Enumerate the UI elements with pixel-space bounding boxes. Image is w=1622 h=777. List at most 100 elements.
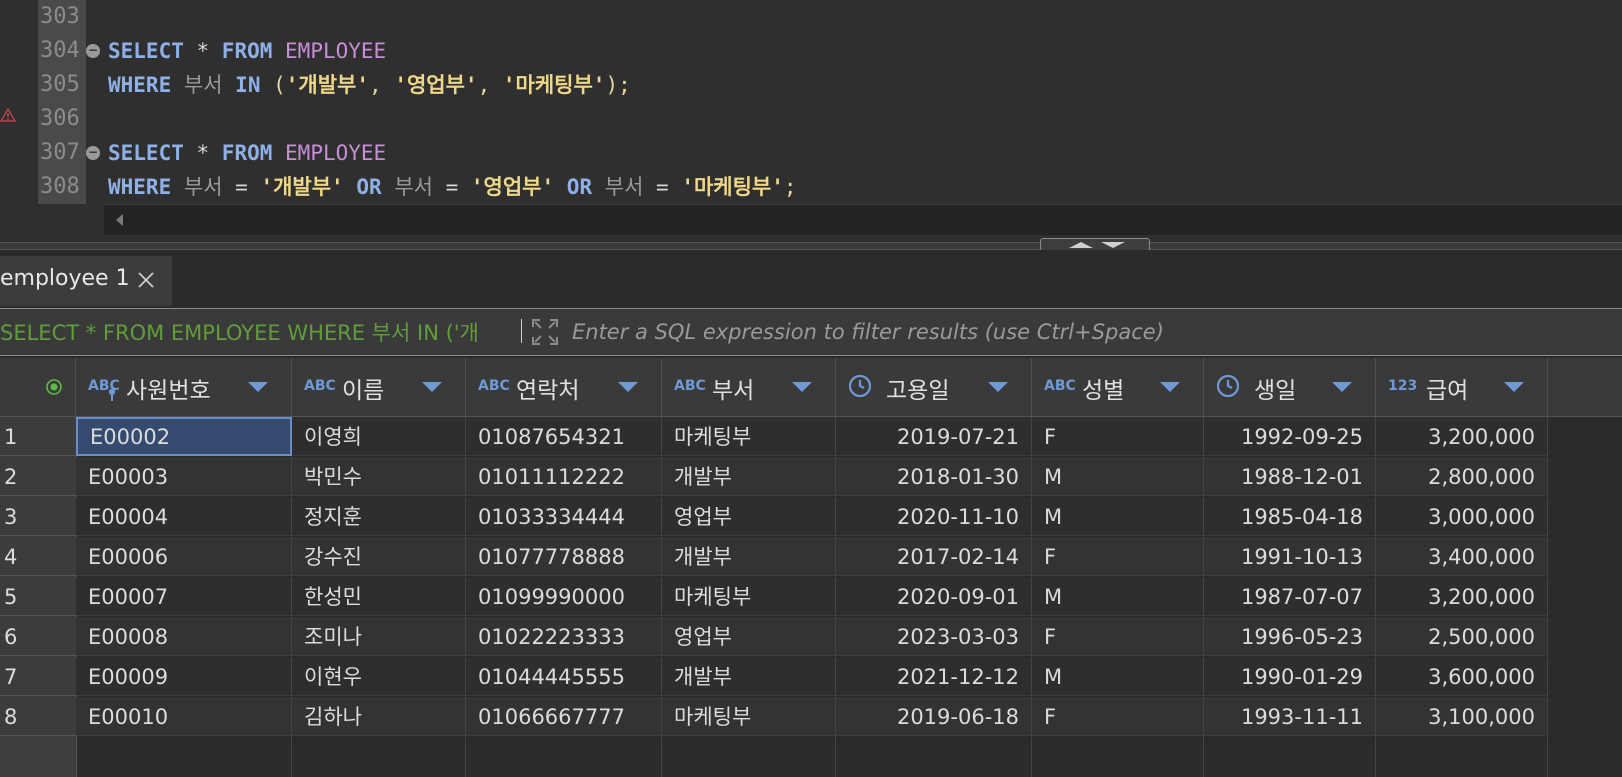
- table-cell[interactable]: 2,500,000: [1376, 617, 1548, 656]
- table-cell[interactable]: 3,400,000: [1376, 537, 1548, 576]
- panel-splitter[interactable]: [0, 242, 1622, 250]
- maximize-up-icon[interactable]: [1069, 242, 1093, 248]
- minimize-down-icon[interactable]: [1101, 242, 1125, 248]
- column-header[interactable]: ABC 연락처: [466, 358, 662, 416]
- table-cell[interactable]: 3,200,000: [1376, 417, 1548, 456]
- table-cell[interactable]: 3,100,000: [1376, 697, 1548, 736]
- fold-collapse-icon[interactable]: −: [86, 146, 100, 160]
- row-number[interactable]: 2: [0, 457, 76, 496]
- table-cell[interactable]: 01033334444: [466, 497, 662, 536]
- sort-dropdown-icon[interactable]: [618, 382, 638, 392]
- select-all-icon[interactable]: [46, 379, 62, 395]
- filter-input[interactable]: [570, 315, 1614, 349]
- table-cell[interactable]: 01077778888: [466, 537, 662, 576]
- table-cell[interactable]: M: [1032, 497, 1204, 536]
- table-cell[interactable]: M: [1032, 577, 1204, 616]
- table-cell[interactable]: 3,600,000: [1376, 657, 1548, 696]
- row-number[interactable]: 1: [0, 417, 76, 456]
- table-cell[interactable]: 2,800,000: [1376, 457, 1548, 496]
- table-cell[interactable]: M: [1032, 657, 1204, 696]
- table-cell[interactable]: F: [1032, 417, 1204, 456]
- sort-dropdown-icon[interactable]: [248, 382, 268, 392]
- table-row[interactable]: 1 E00002 이영희 01087654321 마케팅부 2019-07-21 F 1992…: [0, 417, 1622, 457]
- code-line[interactable]: 307− SELECT * FROM EMPLOYEE: [0, 136, 1622, 170]
- table-row[interactable]: 5 E00007 한성민 01099990000 마케팅부 2020-09-01 M 1987…: [0, 577, 1622, 617]
- table-cell[interactable]: F: [1032, 697, 1204, 736]
- column-header[interactable]: 고용일: [836, 358, 1032, 416]
- table-row[interactable]: 3 E00004 정지훈 01033334444 영업부 2020-11-10 M 1985-…: [0, 497, 1622, 537]
- table-cell[interactable]: 1993-11-11: [1204, 697, 1376, 736]
- table-cell[interactable]: 강수진: [292, 537, 466, 576]
- sort-dropdown-icon[interactable]: [1504, 382, 1524, 392]
- table-cell[interactable]: 마케팅부: [662, 577, 836, 616]
- table-cell[interactable]: E00007: [76, 577, 292, 616]
- code-line[interactable]: 305 WHERE 부서 IN ('개발부', '영업부', '마케팅부');: [0, 68, 1622, 102]
- row-number[interactable]: 6: [0, 617, 76, 656]
- row-number[interactable]: 7: [0, 657, 76, 696]
- table-cell[interactable]: 개발부: [662, 537, 836, 576]
- editor-horizontal-scrollbar[interactable]: [104, 204, 1622, 235]
- sort-dropdown-icon[interactable]: [1332, 382, 1352, 392]
- table-cell[interactable]: 1991-10-13: [1204, 537, 1376, 576]
- table-cell[interactable]: 1987-07-07: [1204, 577, 1376, 616]
- table-cell[interactable]: 1996-05-23: [1204, 617, 1376, 656]
- column-header[interactable]: ABC 성별: [1032, 358, 1204, 416]
- table-cell[interactable]: 2023-03-03: [836, 617, 1032, 656]
- sort-dropdown-icon[interactable]: [422, 382, 442, 392]
- table-cell[interactable]: 01066667777: [466, 697, 662, 736]
- column-header[interactable]: 123 급여: [1376, 358, 1548, 416]
- row-number[interactable]: 5: [0, 577, 76, 616]
- table-cell[interactable]: 3,000,000: [1376, 497, 1548, 536]
- close-icon[interactable]: [136, 270, 156, 290]
- table-cell[interactable]: 개발부: [662, 457, 836, 496]
- table-cell[interactable]: 01022223333: [466, 617, 662, 656]
- row-number[interactable]: 3: [0, 497, 76, 536]
- table-cell[interactable]: 김하나: [292, 697, 466, 736]
- table-cell[interactable]: 영업부: [662, 617, 836, 656]
- table-cell[interactable]: 2020-09-01: [836, 577, 1032, 616]
- table-cell[interactable]: 1992-09-25: [1204, 417, 1376, 456]
- table-cell[interactable]: E00003: [76, 457, 292, 496]
- row-number[interactable]: 8: [0, 697, 76, 736]
- table-cell[interactable]: E00004: [76, 497, 292, 536]
- table-row[interactable]: 6 E00008 조미나 01022223333 영업부 2023-03-03 F 1996-…: [0, 617, 1622, 657]
- table-cell[interactable]: 1990-01-29: [1204, 657, 1376, 696]
- table-cell[interactable]: 2021-12-12: [836, 657, 1032, 696]
- sql-editor[interactable]: 303 304− SELECT * FROM EMPLOYEE 305 WHERE 부서…: [0, 0, 1622, 242]
- column-header[interactable]: ABC 이름: [292, 358, 466, 416]
- table-cell[interactable]: F: [1032, 617, 1204, 656]
- code-line[interactable]: 303: [0, 0, 1622, 34]
- table-cell[interactable]: 영업부: [662, 497, 836, 536]
- row-number[interactable]: 4: [0, 537, 76, 576]
- table-cell[interactable]: 한성민: [292, 577, 466, 616]
- table-cell[interactable]: 3,200,000: [1376, 577, 1548, 616]
- table-cell[interactable]: 개발부: [662, 657, 836, 696]
- table-cell[interactable]: 마케팅부: [662, 697, 836, 736]
- table-cell[interactable]: 마케팅부: [662, 417, 836, 456]
- table-row[interactable]: 8 E00010 김하나 01066667777 마케팅부 2019-06-18 F 1993…: [0, 697, 1622, 737]
- table-cell[interactable]: 01011112222: [466, 457, 662, 496]
- table-cell[interactable]: E00006: [76, 537, 292, 576]
- table-cell[interactable]: 1988-12-01: [1204, 457, 1376, 496]
- sort-dropdown-icon[interactable]: [1160, 382, 1180, 392]
- table-cell[interactable]: M: [1032, 457, 1204, 496]
- scroll-left-icon[interactable]: [116, 214, 123, 226]
- table-cell[interactable]: 이영희: [292, 417, 466, 456]
- table-cell[interactable]: 조미나: [292, 617, 466, 656]
- table-row[interactable]: 7 E00009 이현우 01044445555 개발부 2021-12-12 M 1990-…: [0, 657, 1622, 697]
- code-line[interactable]: 308 WHERE 부서 = '개발부' OR 부서 = '영업부' OR 부서 …: [0, 170, 1622, 204]
- table-row[interactable]: 4 E00006 강수진 01077778888 개발부 2017-02-14 F 1991-…: [0, 537, 1622, 577]
- tab-employee-1[interactable]: employee 1: [0, 256, 172, 306]
- code-line[interactable]: 306: [0, 102, 1622, 136]
- sort-dropdown-icon[interactable]: [792, 382, 812, 392]
- table-cell[interactable]: 2019-07-21: [836, 417, 1032, 456]
- table-cell[interactable]: 01099990000: [466, 577, 662, 616]
- fold-collapse-icon[interactable]: −: [86, 44, 100, 58]
- column-header[interactable]: ABC 사원번호: [76, 358, 292, 416]
- table-cell[interactable]: 정지훈: [292, 497, 466, 536]
- table-cell[interactable]: E00008: [76, 617, 292, 656]
- table-row[interactable]: 2 E00003 박민수 01011112222 개발부 2018-01-30 M 1988-…: [0, 457, 1622, 497]
- sort-dropdown-icon[interactable]: [988, 382, 1008, 392]
- table-cell[interactable]: E00002: [76, 417, 292, 456]
- table-cell[interactable]: 2018-01-30: [836, 457, 1032, 496]
